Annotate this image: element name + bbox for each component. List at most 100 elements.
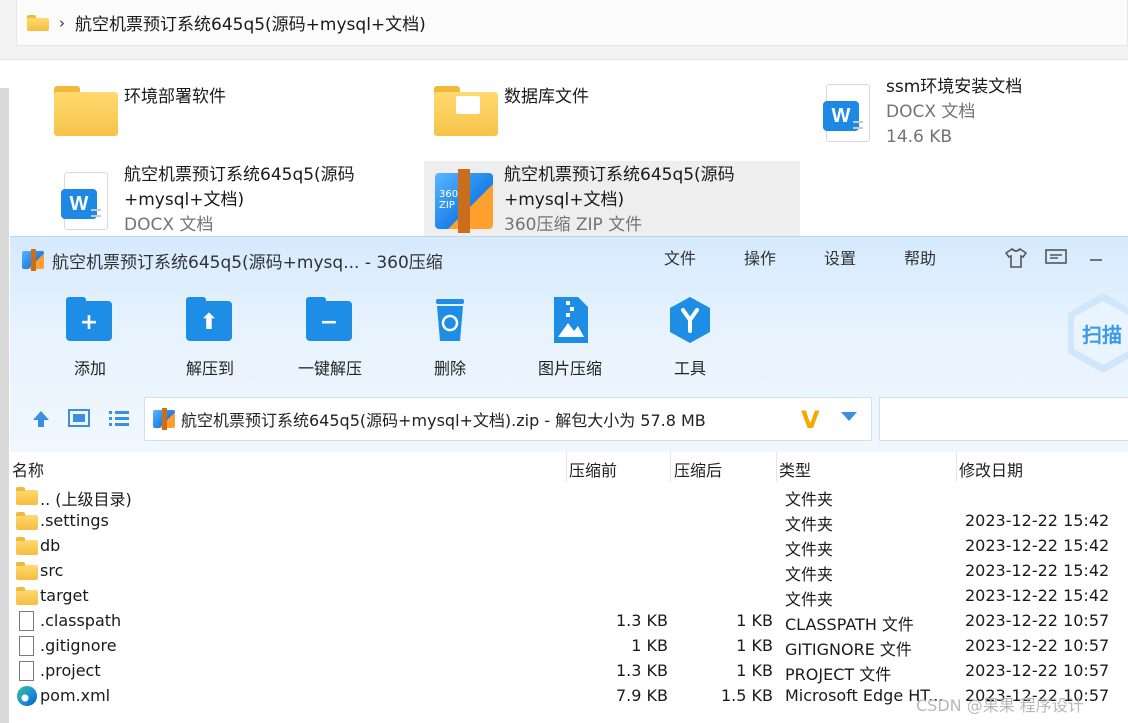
extract-to-icon: ⬆	[186, 297, 232, 341]
table-row[interactable]: .project 1.3 KB 1 KB PROJECT 文件 2023-12-…	[10, 659, 1128, 684]
tile-size: 14.6 KB	[886, 127, 953, 147]
tile-name-line2: +mysql+文档)	[504, 190, 625, 210]
menu-help[interactable]: 帮助	[904, 245, 984, 269]
window-controls	[996, 247, 1116, 269]
row-type: 文件夹	[785, 590, 834, 609]
tile-type: 360压缩 ZIP 文件	[504, 215, 643, 235]
folder-icon	[16, 587, 38, 605]
menu-file[interactable]: 文件	[664, 245, 744, 269]
table-row[interactable]: db 文件夹 2023-12-22 15:42	[10, 534, 1128, 559]
row-name: .classpath	[40, 611, 122, 630]
row-type: CLASSPATH 文件	[785, 615, 914, 634]
tool-label: 添加	[73, 359, 106, 378]
row-name: pom.xml	[40, 686, 111, 705]
row-type: 文件夹	[785, 515, 834, 534]
skin-shirt-icon[interactable]	[996, 247, 1036, 269]
tile-name: 环境部署软件	[124, 87, 226, 107]
row-name: .gitignore	[40, 636, 117, 655]
delete-icon	[424, 297, 476, 343]
zip-navigation-bar: 航空机票预订系统645q5(源码+mysql+文档).zip - 解包大小为 5…	[10, 397, 1128, 441]
row-name: db	[40, 536, 61, 555]
window-title-text: 航空机票预订系统645q5(源码+mysq... - 360压缩	[52, 252, 443, 273]
tool-extract-to-button[interactable]: ⬆ 解压到	[170, 297, 250, 379]
row-date: 2023-12-22 15:42	[965, 586, 1110, 605]
folder-icon	[16, 487, 38, 505]
column-modified[interactable]: 修改日期	[959, 457, 1023, 481]
table-row[interactable]: src 文件夹 2023-12-22 15:42	[10, 559, 1128, 584]
table-row[interactable]: .gitignore 1 KB 1 KB GITIGNORE 文件 2023-1…	[10, 634, 1128, 659]
thumbnail-view-icon[interactable]	[68, 409, 90, 429]
word-doc-icon: W	[823, 84, 870, 142]
folder-doc-icon	[434, 86, 498, 136]
chevron-right-icon: ›	[59, 13, 65, 32]
row-type: 文件夹	[785, 540, 834, 559]
tool-label: 解压到	[185, 359, 234, 378]
up-arrow-icon[interactable]	[30, 409, 52, 429]
tile-ssm-doc[interactable]: W ssm环境安装文档 DOCX 文档 14.6 KB	[810, 73, 1128, 153]
row-type: 文件夹	[785, 490, 834, 509]
explorer-side-edge	[0, 88, 9, 723]
scan-label: 扫描	[1082, 323, 1122, 347]
folder-icon	[16, 512, 38, 530]
tile-name-line1: 航空机票预订系统645q5(源码	[124, 165, 355, 185]
tool-one-click-extract-button[interactable]: − 一键解压	[290, 297, 370, 379]
table-row[interactable]: target 文件夹 2023-12-22 15:42	[10, 584, 1128, 609]
folder-icon	[27, 14, 49, 31]
tool-tools-button[interactable]: 工具	[650, 297, 730, 379]
tile-env-software[interactable]: 环境部署软件	[48, 73, 388, 149]
table-row[interactable]: .classpath 1.3 KB 1 KB CLASSPATH 文件 2023…	[10, 609, 1128, 634]
address-box[interactable]: › 航空机票预订系统645q5(源码+mysql+文档)	[16, 0, 1128, 46]
file-icon	[16, 636, 38, 656]
column-name[interactable]: 名称	[12, 457, 44, 481]
tile-db-files[interactable]: 数据库文件	[428, 73, 788, 149]
address-path[interactable]: 航空机票预订系统645q5(源码+mysql+文档)	[75, 10, 426, 35]
column-compressed-after[interactable]: 压缩后	[674, 457, 722, 481]
row-date: 2023-12-22 10:57	[965, 611, 1110, 630]
folder-icon	[16, 562, 38, 580]
row-size-before: 1 KB	[631, 636, 668, 655]
row-type: GITIGNORE 文件	[785, 640, 912, 659]
window-title: 航空机票预订系统645q5(源码+mysq... - 360压缩	[22, 245, 443, 275]
tool-delete-button[interactable]: 删除	[410, 297, 490, 379]
edge-browser-icon	[16, 686, 38, 706]
one-click-extract-icon: −	[306, 297, 352, 341]
archive-path-field[interactable]: 航空机票预订系统645q5(源码+mysql+文档).zip - 解包大小为 5…	[144, 397, 872, 441]
menu-settings[interactable]: 设置	[824, 245, 904, 269]
row-size-after: 1.5 KB	[721, 686, 773, 705]
tile-system-zip[interactable]: 360 ZIP 航空机票预订系统645q5(源码 +mysql+文档) 360压缩…	[424, 161, 800, 241]
table-row[interactable]: .. (上级目录) 文件夹	[10, 484, 1128, 509]
file-list: .. (上级目录) 文件夹 .settings 文件夹 2023-12-22 1…	[10, 484, 1128, 709]
column-compressed-before[interactable]: 压缩前	[569, 457, 617, 481]
tile-name: ssm环境安装文档	[886, 77, 1023, 97]
tile-system-docx[interactable]: W 航空机票预订系统645q5(源码 +mysql+文档) DOCX 文档	[48, 161, 408, 241]
row-name: .settings	[40, 511, 109, 530]
feedback-icon[interactable]	[1036, 247, 1076, 269]
scan-button[interactable]: 扫描	[1068, 293, 1128, 373]
tool-image-compress-button[interactable]: 图片压缩	[530, 297, 610, 379]
file-icon	[16, 611, 38, 631]
row-date: 2023-12-22 10:57	[965, 661, 1110, 680]
zip-archive-icon: 360 ZIP	[435, 169, 493, 233]
tile-type: DOCX 文档	[124, 215, 214, 235]
menu-operate[interactable]: 操作	[744, 245, 824, 269]
list-view-icon[interactable]	[108, 409, 130, 429]
row-name: target	[40, 586, 89, 605]
tool-label: 图片压缩	[537, 359, 602, 378]
row-type: PROJECT 文件	[785, 665, 892, 684]
zip-toolbar-area: 航空机票预订系统645q5(源码+mysq... - 360压缩 文件 操作 设…	[10, 237, 1128, 452]
search-input[interactable]	[879, 397, 1128, 441]
row-date: 2023-12-22 10:57	[965, 636, 1110, 655]
tool-add-button[interactable]: + 添加	[50, 297, 130, 379]
minimize-icon[interactable]	[1076, 247, 1116, 269]
file-icon	[16, 661, 38, 681]
row-size-after: 1 KB	[736, 611, 773, 630]
tile-type: DOCX 文档	[886, 102, 976, 122]
row-name: .. (上级目录)	[40, 490, 132, 509]
table-row[interactable]: .settings 文件夹 2023-12-22 15:42	[10, 509, 1128, 534]
column-type[interactable]: 类型	[779, 457, 811, 481]
v-badge-icon[interactable]: V	[801, 406, 820, 434]
tool-label: 删除	[433, 359, 466, 378]
explorer-address-bar: › 航空机票预订系统645q5(源码+mysql+文档)	[0, 0, 1128, 60]
dropdown-arrow-icon[interactable]	[841, 412, 857, 421]
row-type: 文件夹	[785, 565, 834, 584]
